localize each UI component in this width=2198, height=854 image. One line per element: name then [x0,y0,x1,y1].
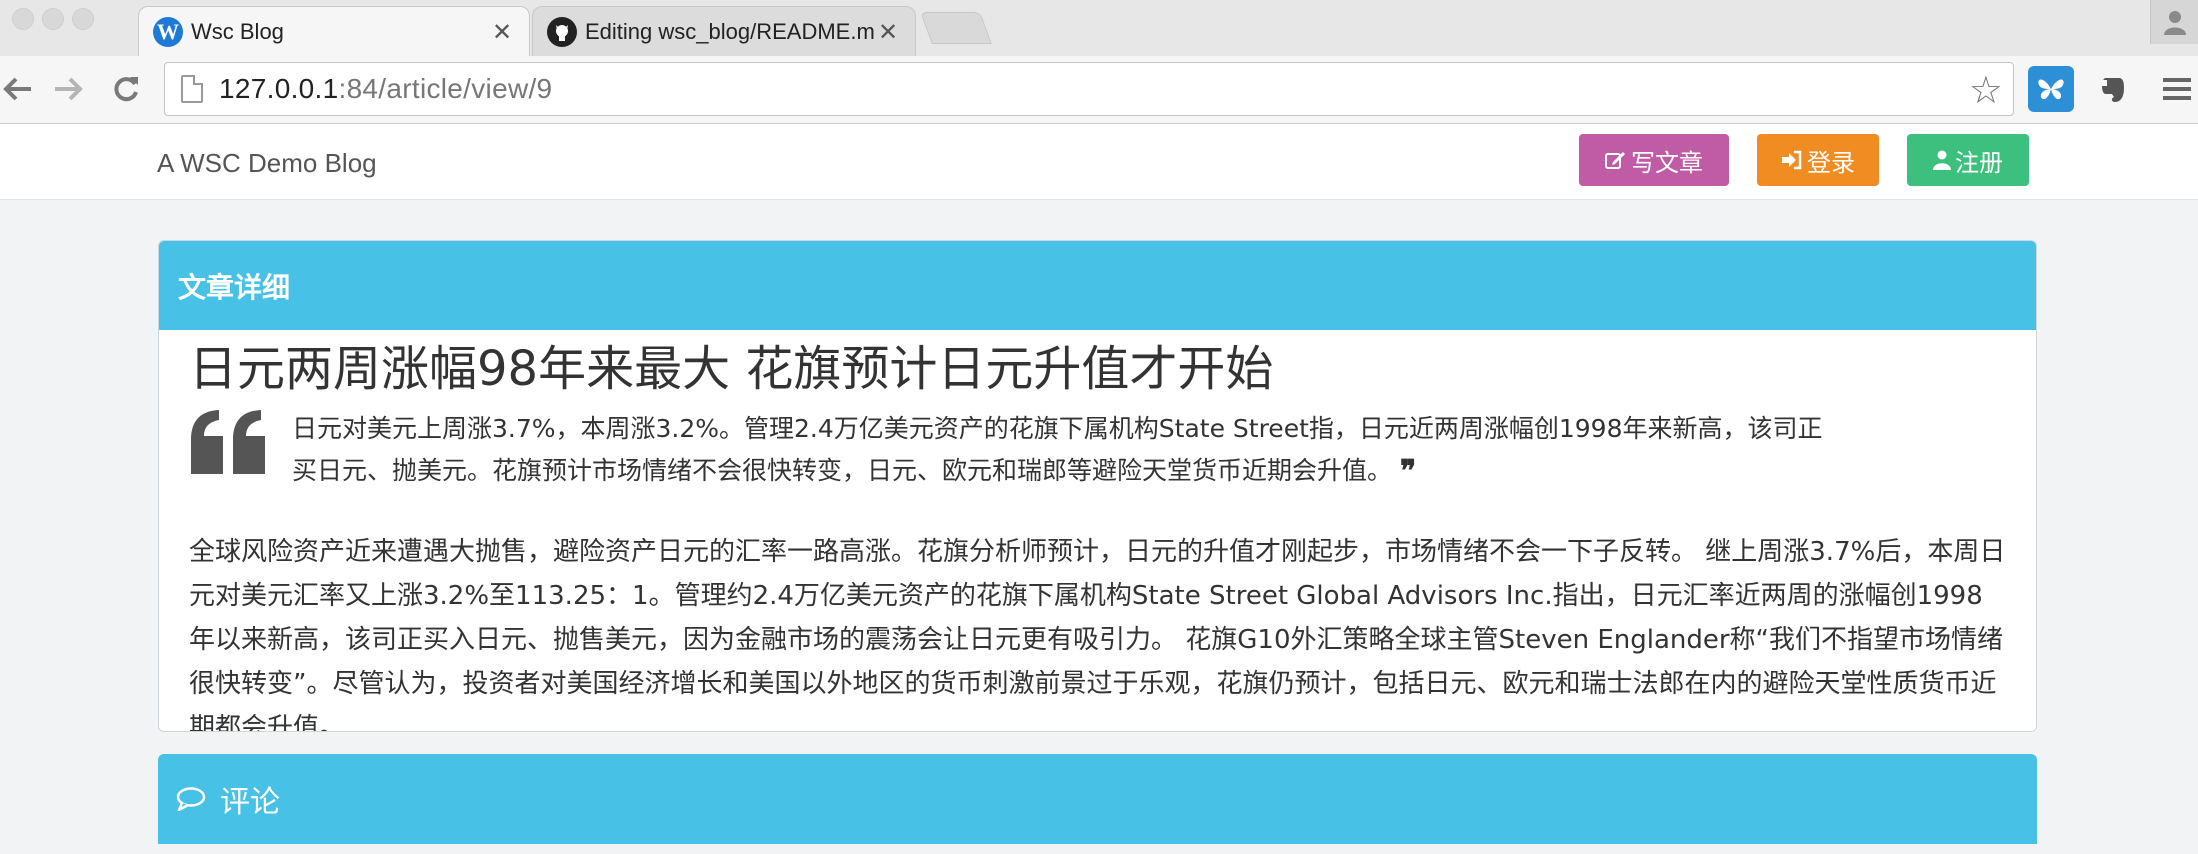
site-navbar: A WSC Demo Blog 写文章 登录 注册 [0,124,2198,200]
minimize-window-button[interactable] [42,8,64,30]
write-article-label: 写文章 [1631,148,1703,177]
close-tab-icon[interactable]: ✕ [489,18,515,46]
evernote-icon[interactable] [2090,66,2136,112]
profile-icon[interactable] [2150,0,2198,44]
url-text: 127.0.0.1:84/article/view/9 [219,73,553,104]
menu-icon[interactable] [2154,66,2198,112]
page-icon [181,75,203,103]
comments-panel-heading: 评论 [158,754,2037,844]
browser-toolbar: 127.0.0.1:84/article/view/9 ☆ [0,56,2198,124]
comment-icon [176,787,206,811]
wordpress-icon: W [153,16,183,47]
close-window-button[interactable] [12,8,34,30]
write-article-button[interactable]: 写文章 [1579,134,1729,186]
login-label: 登录 [1807,148,1855,177]
close-tab-icon[interactable]: ✕ [875,18,901,46]
tab-github-editing[interactable]: Editing wsc_blog/README.md ✕ [532,6,916,56]
panel-heading: 文章详细 [159,241,2036,330]
edit-icon [1605,152,1625,169]
article-content: 日元两周涨幅98年来最大 花旗预计日元升值才开始 日元对美元上周涨3.7%，本周… [159,330,2036,732]
comments-heading-text: 评论 [220,785,280,820]
site-brand[interactable]: A WSC Demo Blog [157,148,377,179]
user-icon [1933,150,1951,170]
summary-text: 日元对美元上周涨3.7%，本周涨3.2%。管理2.4万亿美元资产的花旗下属机构S… [292,408,1842,493]
browser-tabstrip: W Wsc Blog ✕ Editing wsc_blog/README.md … [0,0,2198,56]
tab-title: Editing wsc_blog/README.md [585,18,875,44]
article-summary-blockquote: 日元对美元上周涨3.7%，本周涨3.2%。管理2.4万亿美元资产的花旗下属机构S… [189,408,2006,506]
sign-in-icon [1782,150,1802,170]
tab-title: Wsc Blog [191,18,284,44]
zoom-window-button[interactable] [72,8,94,30]
address-bar[interactable]: 127.0.0.1:84/article/view/9 ☆ [164,62,2014,116]
register-label: 注册 [1955,148,2003,177]
tab-wsc-blog[interactable]: W Wsc Blog ✕ [138,6,530,56]
login-button[interactable]: 登录 [1757,134,1879,186]
back-arrow-icon[interactable] [0,68,36,110]
register-button[interactable]: 注册 [1907,134,2029,186]
reload-icon[interactable] [106,68,146,110]
article-panel: 文章详细 日元两周涨幅98年来最大 花旗预计日元升值才开始 日元对美元上周涨3.… [158,240,2037,732]
quote-left-icon [191,410,265,474]
forward-arrow-icon[interactable] [48,68,88,110]
github-icon [547,16,577,47]
quote-right-icon: ❞ [1400,455,1417,488]
butterfly-extension-icon[interactable] [2028,66,2074,112]
bookmark-star-icon[interactable]: ☆ [1969,69,2003,111]
article-body: 全球风险资产近来遭遇大抛售，避险资产日元的汇率一路高涨。花旗分析师预计，日元的升… [189,537,2006,732]
article-title: 日元两周涨幅98年来最大 花旗预计日元升值才开始 [189,341,1274,397]
new-tab-button[interactable] [920,12,992,44]
